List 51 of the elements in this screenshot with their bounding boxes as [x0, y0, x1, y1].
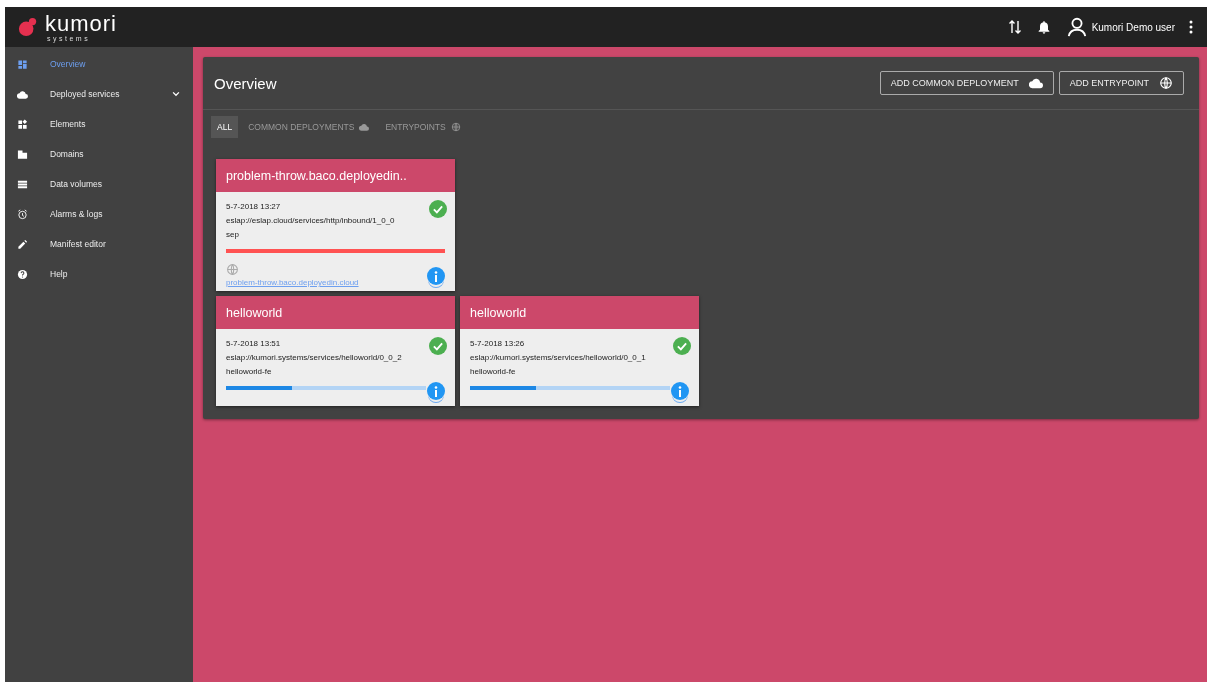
- card-url: eslap://eslap.cloud/services/http/inbound/1_0_0: [226, 216, 396, 225]
- sort-arrows-icon[interactable]: [1007, 19, 1022, 35]
- card-date: 5-7-2018 13:27: [226, 202, 282, 211]
- sidebar-item[interactable]: Elements: [5, 109, 193, 139]
- help-icon: [17, 268, 28, 280]
- info-icon: [432, 385, 440, 397]
- sidebar-item[interactable]: Data volumes: [5, 169, 193, 199]
- filter-tab[interactable]: ENTRYPOINTS: [379, 116, 467, 138]
- card-title: helloworld: [216, 296, 455, 329]
- globe-icon: [450, 122, 461, 132]
- card-title: problem-throw.baco.deployedin..: [216, 159, 455, 192]
- logo-name: kumori: [45, 12, 117, 35]
- card-role: helloworld-fe: [226, 367, 273, 376]
- logo-icon: [17, 17, 39, 37]
- sidebar-item[interactable]: Help: [5, 259, 193, 289]
- more-menu-icon[interactable]: [1189, 20, 1193, 34]
- info-icon: [676, 385, 684, 397]
- filter-tab[interactable]: ALL: [211, 116, 239, 138]
- dashboard-icon: [17, 58, 28, 70]
- globe-icon: [226, 263, 239, 276]
- cloud-icon: [359, 122, 370, 132]
- add-button[interactable]: ADD ENTRYPOINT: [1058, 71, 1184, 95]
- card-role: sep: [226, 230, 240, 239]
- cloud-icon: [17, 88, 28, 100]
- info-button[interactable]: [427, 382, 445, 400]
- cloud-icon: [1028, 76, 1043, 90]
- list-icon: [17, 178, 28, 190]
- user-name: Kumori Demo user: [1091, 21, 1175, 33]
- card-url: eslap://kumori.systems/services/helloworld/0_0_1: [470, 353, 647, 362]
- panel-title: Overview: [214, 74, 278, 92]
- card-date: 5-7-2018 13:51: [226, 339, 282, 348]
- alarm-icon: [17, 208, 28, 220]
- info-button[interactable]: [427, 267, 445, 285]
- info-icon: [432, 270, 440, 282]
- add-button[interactable]: ADD COMMON DEPLOYMENT: [879, 71, 1054, 95]
- globe-icon: [1159, 76, 1173, 90]
- user-icon[interactable]: [1065, 16, 1088, 38]
- sidebar-item[interactable]: Alarms & logs: [5, 199, 193, 229]
- sidebar-item[interactable]: Manifest editor: [5, 229, 193, 259]
- sidebar-item[interactable]: Domains: [5, 139, 193, 169]
- filter-tab[interactable]: COMMON DEPLOYMENTS: [242, 116, 376, 138]
- card-date: 5-7-2018 13:26: [470, 339, 526, 348]
- sidebar-item[interactable]: Deployed services: [5, 79, 193, 109]
- widgets-icon: [17, 118, 28, 130]
- building-icon: [17, 148, 28, 160]
- info-button[interactable]: [671, 382, 689, 400]
- card-title: helloworld: [460, 296, 699, 329]
- card-url: eslap://kumori.systems/services/helloworld/0_0_2: [226, 353, 403, 362]
- pencil-icon: [17, 238, 28, 250]
- card-role: helloworld-fe: [470, 367, 517, 376]
- sidebar-item[interactable]: Overview: [5, 49, 193, 79]
